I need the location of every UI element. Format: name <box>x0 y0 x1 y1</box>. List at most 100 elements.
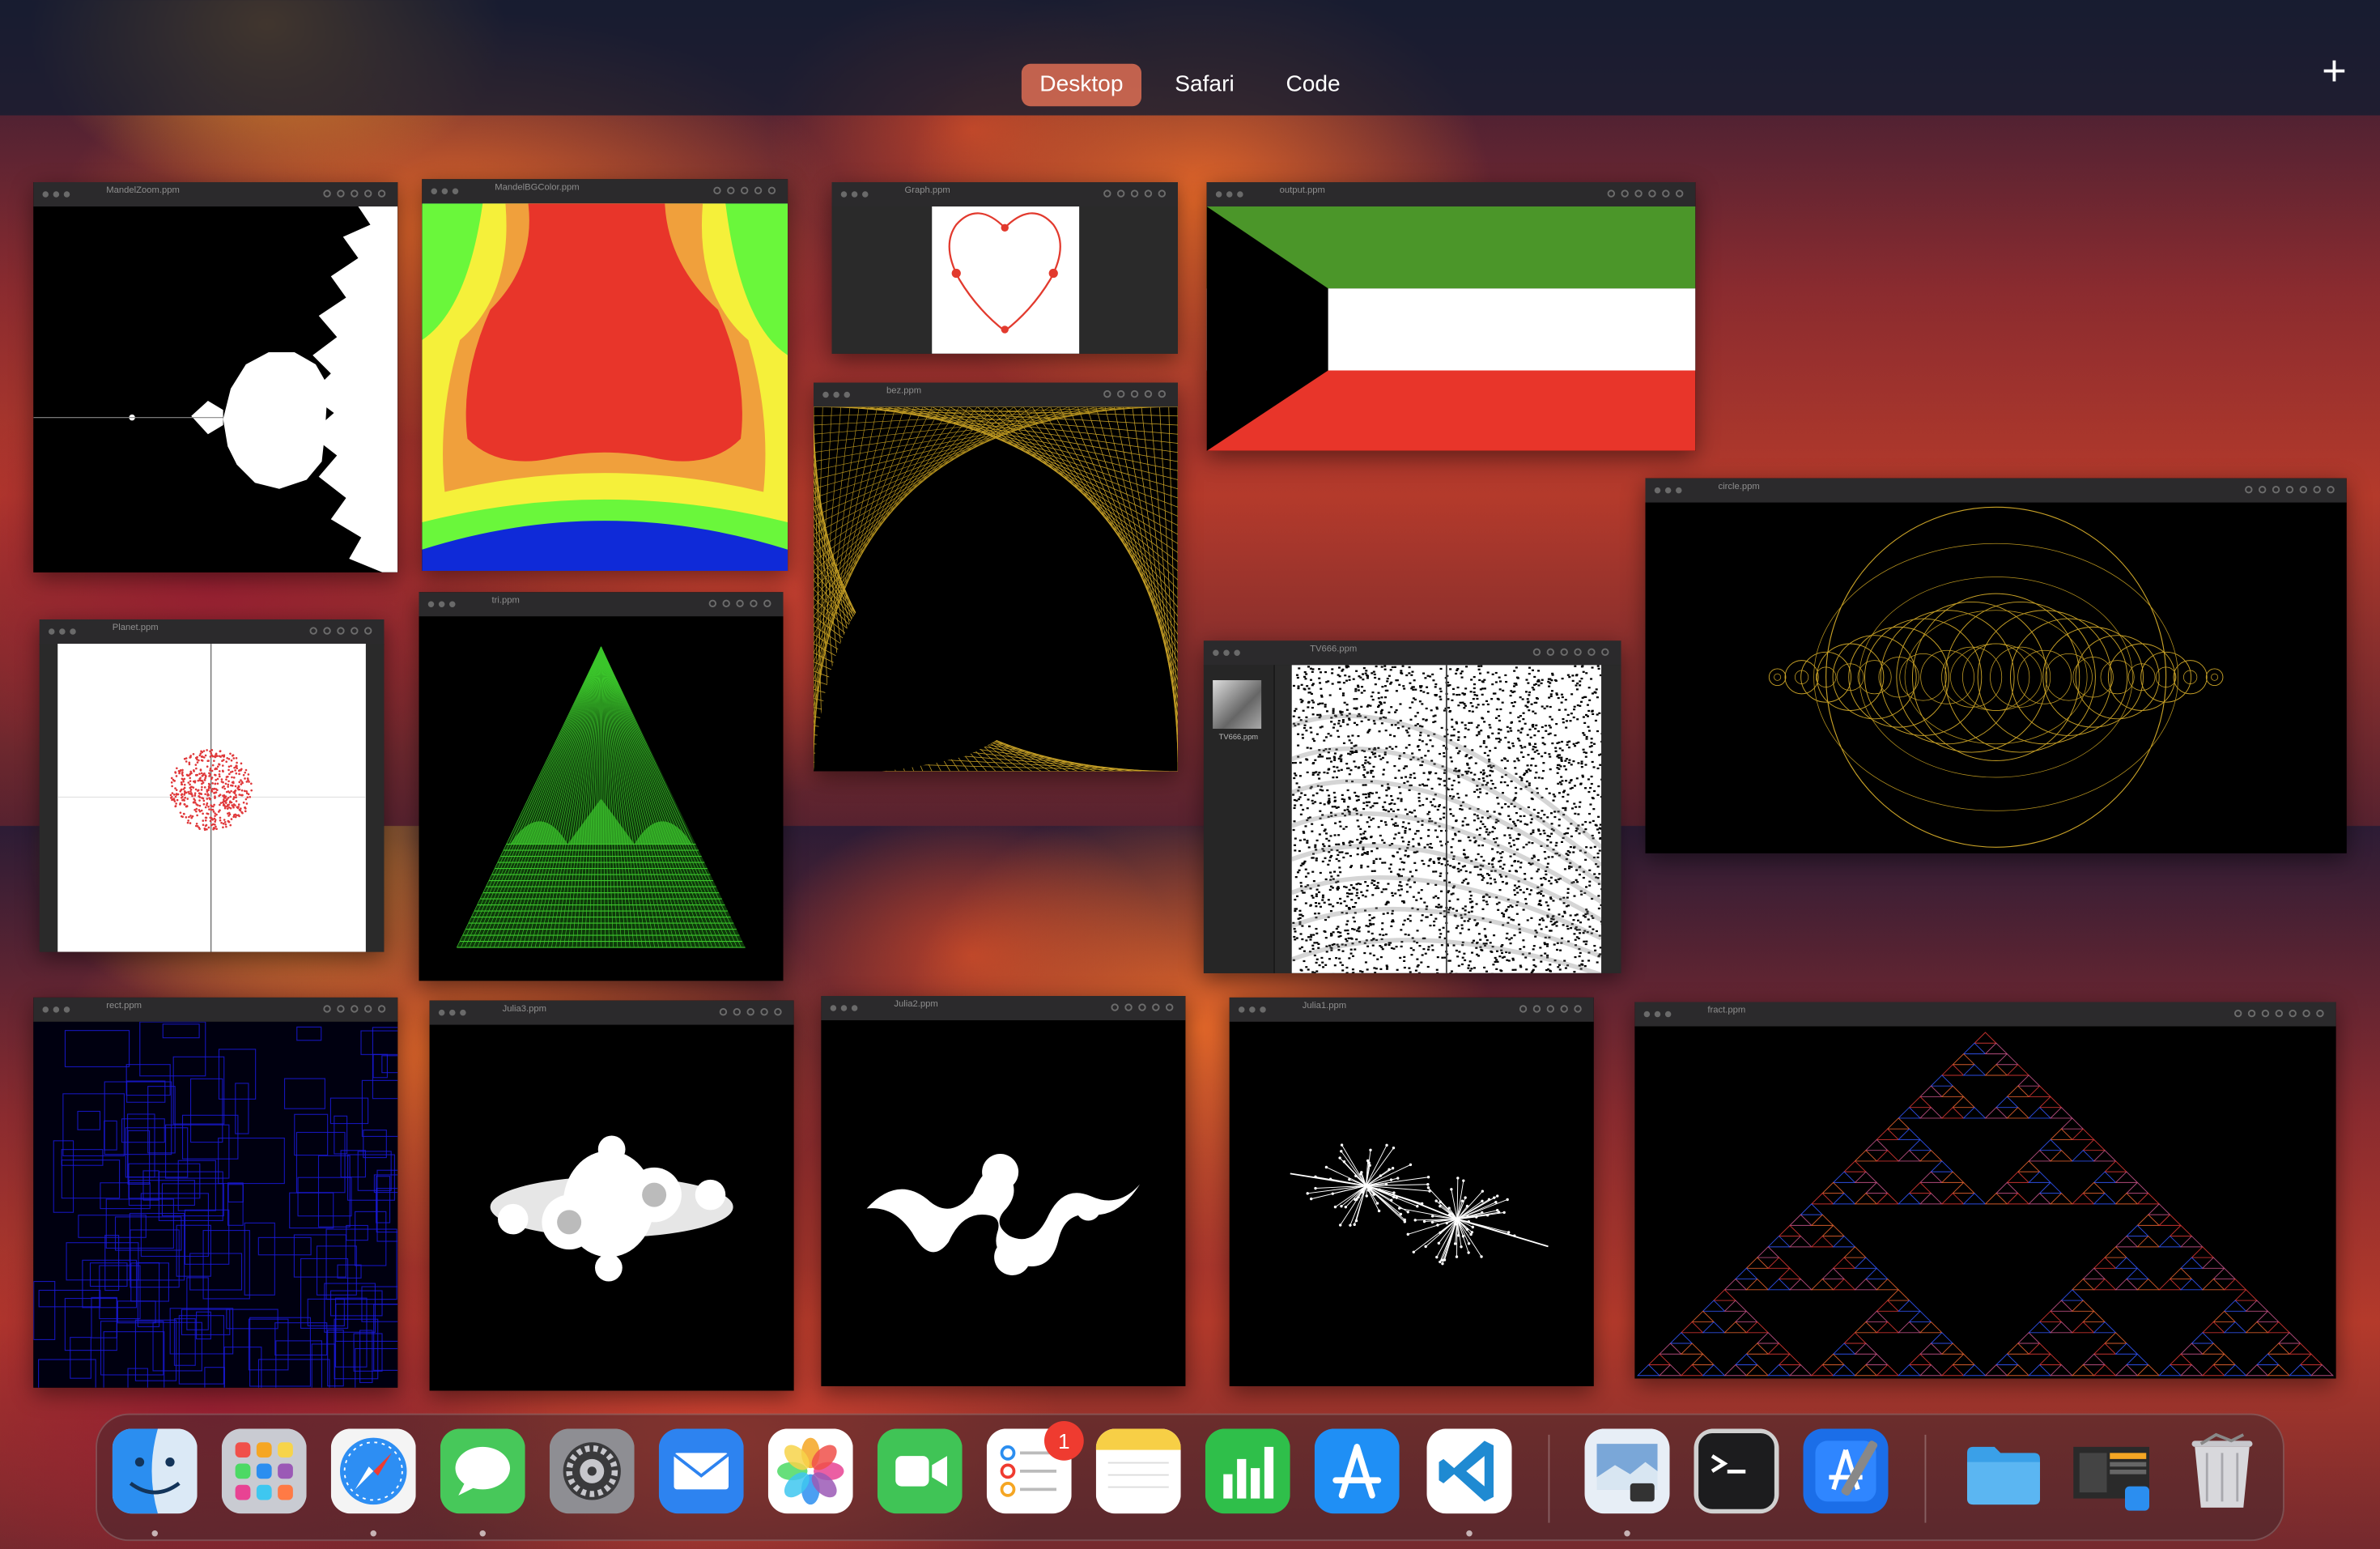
window-title: fract.ppm <box>1707 1006 1745 1015</box>
window-title: Julia3.ppm <box>503 1005 546 1014</box>
facetime-icon[interactable] <box>878 1428 963 1513</box>
window-planet[interactable]: Planet.ppm <box>40 619 385 952</box>
window-mandelbgcolor[interactable]: MandelBGColor.ppm <box>422 179 788 571</box>
window-title: Julia2.ppm <box>894 1001 937 1010</box>
trash-icon[interactable] <box>2180 1428 2265 1513</box>
space-desktop[interactable]: Desktop <box>1022 64 1141 107</box>
preview-icon[interactable] <box>1585 1428 1670 1513</box>
terminal-icon[interactable] <box>1694 1428 1779 1513</box>
toolbar-icons[interactable] <box>2234 1010 2324 1017</box>
image-flag <box>1207 206 1696 451</box>
image-green-triangle <box>419 616 784 981</box>
window-toolbar[interactable]: output.ppm <box>1207 182 1696 208</box>
finder-icon[interactable] <box>113 1428 198 1513</box>
window-toolbar[interactable]: Julia2.ppm <box>821 996 1185 1022</box>
window-circle[interactable]: circle.ppm <box>1646 479 2347 853</box>
photos-icon[interactable] <box>768 1428 853 1513</box>
window-toolbar[interactable]: MandelBGColor.ppm <box>422 179 788 205</box>
image-sierpinski <box>1634 1027 2335 1379</box>
toolbar-icons[interactable] <box>1533 649 1609 656</box>
add-space-button[interactable]: + <box>2322 50 2347 93</box>
window-tri[interactable]: tri.ppm <box>419 592 784 981</box>
window-graph[interactable]: Graph.ppm <box>832 182 1179 354</box>
toolbar-icons[interactable] <box>1103 189 1166 197</box>
mail-icon[interactable] <box>659 1428 744 1513</box>
xcode-icon[interactable] <box>1804 1428 1889 1513</box>
image-julia-set-2 <box>821 1020 1185 1386</box>
window-fract[interactable]: fract.ppm <box>1634 1002 2335 1379</box>
space-code[interactable]: Code <box>1268 64 1358 107</box>
window-title: Planet.ppm <box>113 624 159 633</box>
folder-icon[interactable] <box>1961 1428 2046 1513</box>
numbers-icon[interactable] <box>1205 1428 1290 1513</box>
spaces-bar: Desktop Safari Code + <box>0 0 2380 116</box>
traffic-lights[interactable] <box>49 628 76 635</box>
notification-badge: 1 <box>1044 1421 1084 1461</box>
window-toolbar[interactable]: Julia3.ppm <box>430 1001 794 1027</box>
window-toolbar[interactable]: TV666.ppm <box>1204 640 1621 666</box>
traffic-lights[interactable] <box>1644 1011 1672 1018</box>
window-toolbar[interactable]: tri.ppm <box>419 592 784 618</box>
window-toolbar[interactable]: MandelZoom.ppm <box>33 182 397 208</box>
dock-separator <box>1925 1435 1927 1523</box>
traffic-lights[interactable] <box>1216 191 1243 198</box>
traffic-lights[interactable] <box>428 602 456 608</box>
window-toolbar[interactable]: bez.ppm <box>814 383 1178 409</box>
toolbar-icons[interactable] <box>1519 1005 1582 1012</box>
image-julia-set-3 <box>430 1025 794 1391</box>
toolbar-icons[interactable] <box>310 627 372 634</box>
window-title: tri.ppm <box>492 597 520 606</box>
window-julia2[interactable]: Julia2.ppm <box>821 996 1185 1386</box>
toolbar-icons[interactable] <box>1103 390 1166 398</box>
window-title: Julia1.ppm <box>1303 1002 1346 1011</box>
screenshot-icon[interactable] <box>2071 1428 2156 1513</box>
window-toolbar[interactable]: Graph.ppm <box>832 182 1179 208</box>
window-title: MandelZoom.ppm <box>106 187 180 196</box>
image-bezier-curves <box>814 407 1178 772</box>
traffic-lights[interactable] <box>439 1010 466 1016</box>
space-safari[interactable]: Safari <box>1157 64 1252 107</box>
window-toolbar[interactable]: fract.ppm <box>1634 1002 2335 1028</box>
dock-separator <box>1549 1435 1550 1523</box>
window-toolbar[interactable]: Planet.ppm <box>40 619 385 645</box>
safari-icon[interactable] <box>331 1428 416 1513</box>
sidebar-thumbnails[interactable]: TV666.ppm <box>1204 665 1275 973</box>
window-tv666[interactable]: TV666.ppm TV666.ppm <box>1204 640 1621 973</box>
traffic-lights[interactable] <box>43 1006 70 1013</box>
traffic-lights[interactable] <box>1213 650 1240 657</box>
window-julia1[interactable]: Julia1.ppm <box>1230 998 1594 1386</box>
toolbar-icons[interactable] <box>713 187 776 194</box>
window-rect[interactable]: rect.ppm <box>33 998 397 1388</box>
toolbar-icons[interactable] <box>709 600 771 607</box>
window-toolbar[interactable]: circle.ppm <box>1646 479 2347 504</box>
toolbar-icons[interactable] <box>720 1008 782 1015</box>
running-indicator <box>371 1530 377 1537</box>
traffic-lights[interactable] <box>841 191 869 198</box>
toolbar-icons[interactable] <box>1111 1003 1174 1011</box>
window-toolbar[interactable]: rect.ppm <box>33 998 397 1023</box>
notes-icon[interactable] <box>1096 1428 1181 1513</box>
settings-icon[interactable] <box>550 1428 635 1513</box>
toolbar-icons[interactable] <box>323 1005 385 1012</box>
window-toolbar[interactable]: Julia1.ppm <box>1230 998 1594 1023</box>
traffic-lights[interactable] <box>1655 487 1682 494</box>
vscode-icon[interactable] <box>1427 1428 1512 1513</box>
messages-icon[interactable] <box>440 1428 525 1513</box>
launchpad-icon[interactable] <box>222 1428 307 1513</box>
running-indicator <box>480 1530 487 1537</box>
window-bez[interactable]: bez.ppm <box>814 383 1178 772</box>
toolbar-icons[interactable] <box>2245 486 2335 493</box>
thumbnail[interactable] <box>1213 680 1261 729</box>
traffic-lights[interactable] <box>43 191 70 198</box>
traffic-lights[interactable] <box>831 1005 858 1011</box>
window-mandelzoom[interactable]: MandelZoom.ppm <box>33 182 397 572</box>
window-title: output.ppm <box>1280 187 1325 196</box>
appstore-icon[interactable] <box>1315 1428 1400 1513</box>
toolbar-icons[interactable] <box>323 189 385 197</box>
traffic-lights[interactable] <box>431 189 459 195</box>
window-output[interactable]: output.ppm <box>1207 182 1696 451</box>
traffic-lights[interactable] <box>822 392 850 398</box>
window-julia3[interactable]: Julia3.ppm <box>430 1001 794 1391</box>
toolbar-icons[interactable] <box>1608 189 1684 197</box>
traffic-lights[interactable] <box>1239 1006 1266 1013</box>
